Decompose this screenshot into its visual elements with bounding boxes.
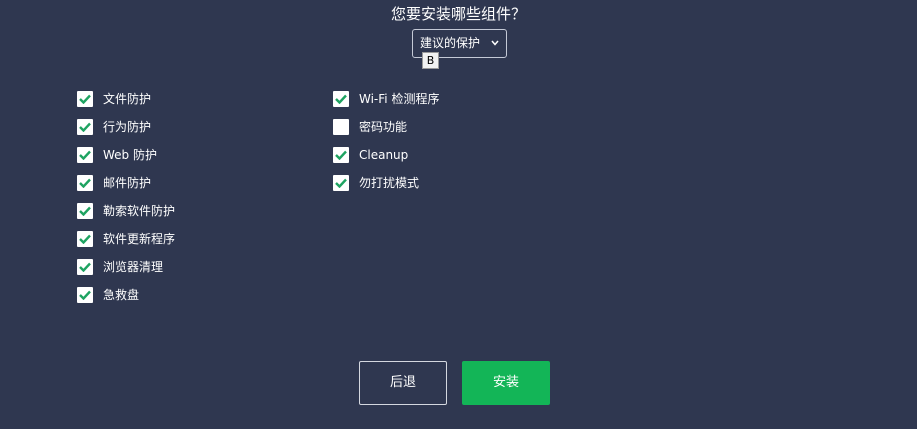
option-ransomware-shield[interactable]: 勒索软件防护	[77, 203, 175, 219]
page-title: 您要安装哪些组件？	[390, 5, 526, 23]
checkmark-icon	[79, 178, 91, 188]
option-label: 行为防护	[103, 120, 152, 134]
checkmark-icon	[79, 234, 91, 244]
preset-select-value: 建议的保护	[420, 36, 481, 50]
checkbox[interactable]	[77, 175, 93, 191]
checkmark-icon	[335, 150, 347, 160]
checkmark-icon	[335, 94, 347, 104]
option-web-shield[interactable]: Web 防护	[77, 147, 157, 163]
checkmark-icon	[79, 94, 91, 104]
checkmark-icon	[79, 290, 91, 300]
checkbox[interactable]	[77, 147, 93, 163]
option-label: Cleanup	[359, 148, 409, 162]
checkbox[interactable]	[77, 119, 93, 135]
checkbox[interactable]	[77, 259, 93, 275]
checkmark-icon	[79, 122, 91, 132]
option-label: 急救盘	[103, 288, 140, 302]
checkmark-icon	[335, 178, 347, 188]
option-do-not-disturb[interactable]: 勿打扰模式	[333, 175, 419, 191]
checkbox[interactable]	[77, 203, 93, 219]
option-browser-cleanup[interactable]: 浏览器清理	[77, 259, 163, 275]
option-passwords[interactable]: 密码功能	[333, 119, 407, 135]
checkbox[interactable]	[333, 119, 349, 135]
back-button[interactable]: 后退	[359, 361, 447, 405]
tooltip: B	[422, 52, 439, 69]
option-label: 勒索软件防护	[103, 204, 176, 218]
option-label: 邮件防护	[103, 176, 152, 190]
checkbox[interactable]	[77, 287, 93, 303]
option-mail-shield[interactable]: 邮件防护	[77, 175, 151, 191]
option-rescue-disk[interactable]: 急救盘	[77, 287, 139, 303]
checkbox[interactable]	[333, 147, 349, 163]
checkmark-icon	[79, 262, 91, 272]
chevron-down-icon	[491, 40, 499, 46]
checkbox[interactable]	[333, 91, 349, 107]
option-wifi-inspector[interactable]: Wi-Fi 检测程序	[333, 91, 439, 107]
option-cleanup[interactable]: Cleanup	[333, 147, 408, 163]
checkmark-icon	[79, 150, 91, 160]
checkbox[interactable]	[77, 231, 93, 247]
checkbox[interactable]	[77, 91, 93, 107]
option-label: 软件更新程序	[103, 232, 176, 246]
install-button[interactable]: 安装	[462, 361, 550, 405]
option-label: 密码功能	[359, 120, 408, 134]
option-label: 浏览器清理	[103, 260, 164, 274]
option-software-updater[interactable]: 软件更新程序	[77, 231, 175, 247]
option-label: 文件防护	[103, 92, 152, 106]
option-label: Web 防护	[103, 148, 157, 162]
option-label: Wi-Fi 检测程序	[359, 92, 440, 106]
option-behavior-shield[interactable]: 行为防护	[77, 119, 151, 135]
option-label: 勿打扰模式	[359, 176, 420, 190]
checkmark-icon	[79, 206, 91, 216]
option-file-shield[interactable]: 文件防护	[77, 91, 151, 107]
checkbox[interactable]	[333, 175, 349, 191]
